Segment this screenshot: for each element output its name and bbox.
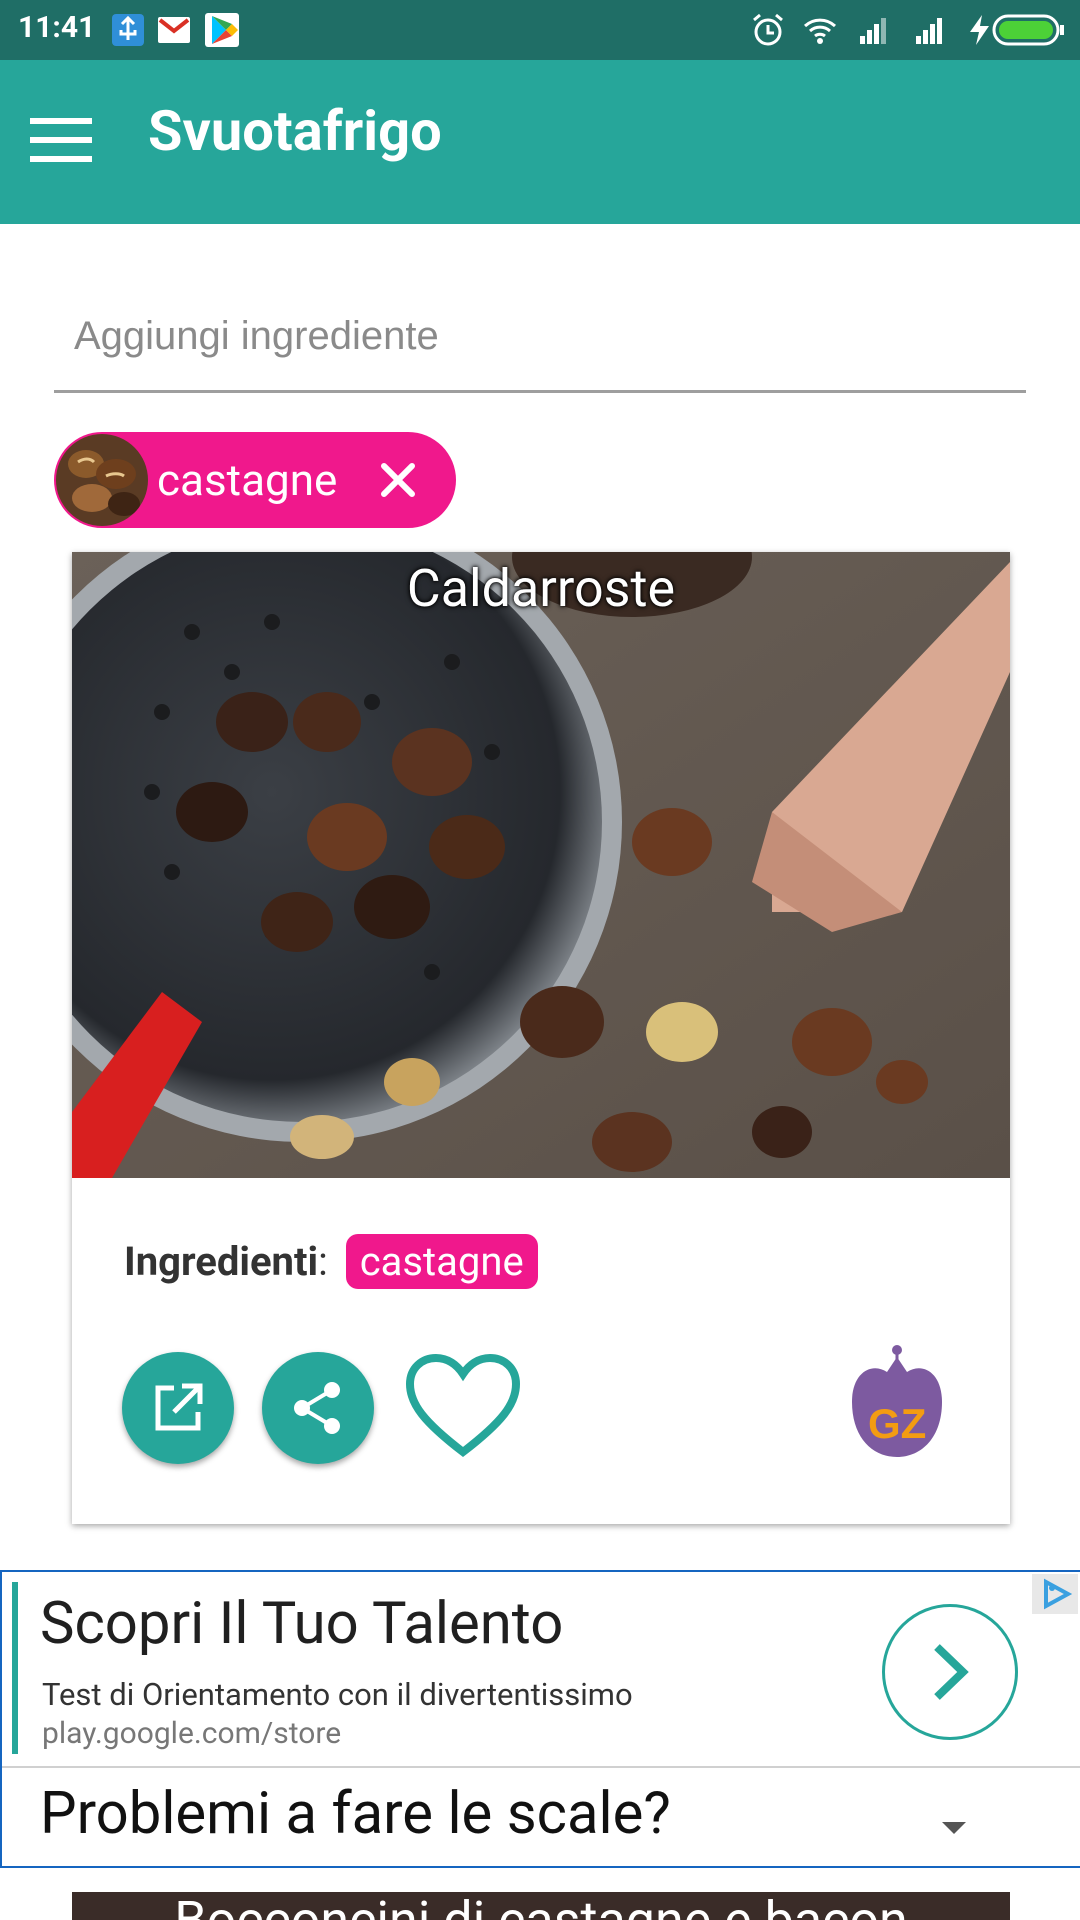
ad-url: play.google.com/store (42, 1716, 342, 1751)
status-bar: 11:41 (0, 0, 1080, 60)
favorite-heart-icon[interactable] (404, 1352, 522, 1464)
ad-divider (2, 1766, 1080, 1768)
ingredient-input[interactable] (72, 300, 996, 372)
ingredients-separator: : (318, 1238, 328, 1285)
app-title: Svuotafrigo (148, 98, 442, 164)
wifi-icon (803, 18, 837, 44)
next-recipe-card[interactable]: Bocconcini di castagne e bacon (72, 1892, 1010, 1920)
ingredient-tag[interactable]: castagne (345, 1234, 538, 1289)
signal-icon (860, 18, 886, 44)
next-recipe-title: Bocconcini di castagne e bacon (72, 1892, 1010, 1920)
open-recipe-button[interactable] (122, 1352, 234, 1464)
ingredients-label: Ingredienti (124, 1238, 319, 1285)
share-icon (294, 1382, 340, 1434)
chip-label: castagne (157, 454, 338, 506)
adchoices-icon[interactable] (1032, 1574, 1078, 1614)
battery-icon (992, 14, 1064, 46)
ad-open-button[interactable] (882, 1604, 1018, 1740)
share-button[interactable] (262, 1352, 374, 1464)
ingredients-row: Ingredienti: castagne (124, 1234, 538, 1296)
recipe-photo (72, 552, 1010, 1178)
recipe-title: Caldarroste (406, 558, 676, 619)
ingredient-chip[interactable]: castagne (54, 432, 456, 528)
play-store-icon (205, 13, 239, 47)
chip-avatar-image (56, 434, 148, 526)
ad-question[interactable]: Problemi a fare le scale? (40, 1780, 671, 1848)
ad-accent-bar (12, 1582, 18, 1754)
chevron-right-icon (934, 1644, 969, 1700)
recipe-card[interactable]: Caldarroste Ingredienti: castagne GZ (72, 552, 1010, 1524)
ad-description: Test di Orientamento con il divertentiss… (42, 1676, 633, 1713)
ingredient-search (54, 290, 1026, 393)
app-bar: Svuotafrigo (0, 60, 1080, 224)
close-icon[interactable] (366, 448, 430, 512)
open-external-icon (155, 1383, 203, 1431)
usb-icon (112, 14, 144, 46)
ad-headline[interactable]: Scopri Il Tuo Talento (40, 1590, 563, 1658)
ad-banner[interactable]: Scopri Il Tuo Talento Test di Orientamen… (0, 1570, 1080, 1868)
status-time: 11:41 (18, 10, 96, 45)
logo-text: GZ (868, 1400, 926, 1447)
menu-icon[interactable] (30, 118, 100, 168)
gmail-icon (158, 17, 190, 43)
signal-icon-2 (916, 18, 942, 44)
alarm-icon (753, 13, 783, 46)
dropdown-caret-icon[interactable] (942, 1822, 966, 1834)
source-logo-icon: GZ (852, 1345, 942, 1457)
